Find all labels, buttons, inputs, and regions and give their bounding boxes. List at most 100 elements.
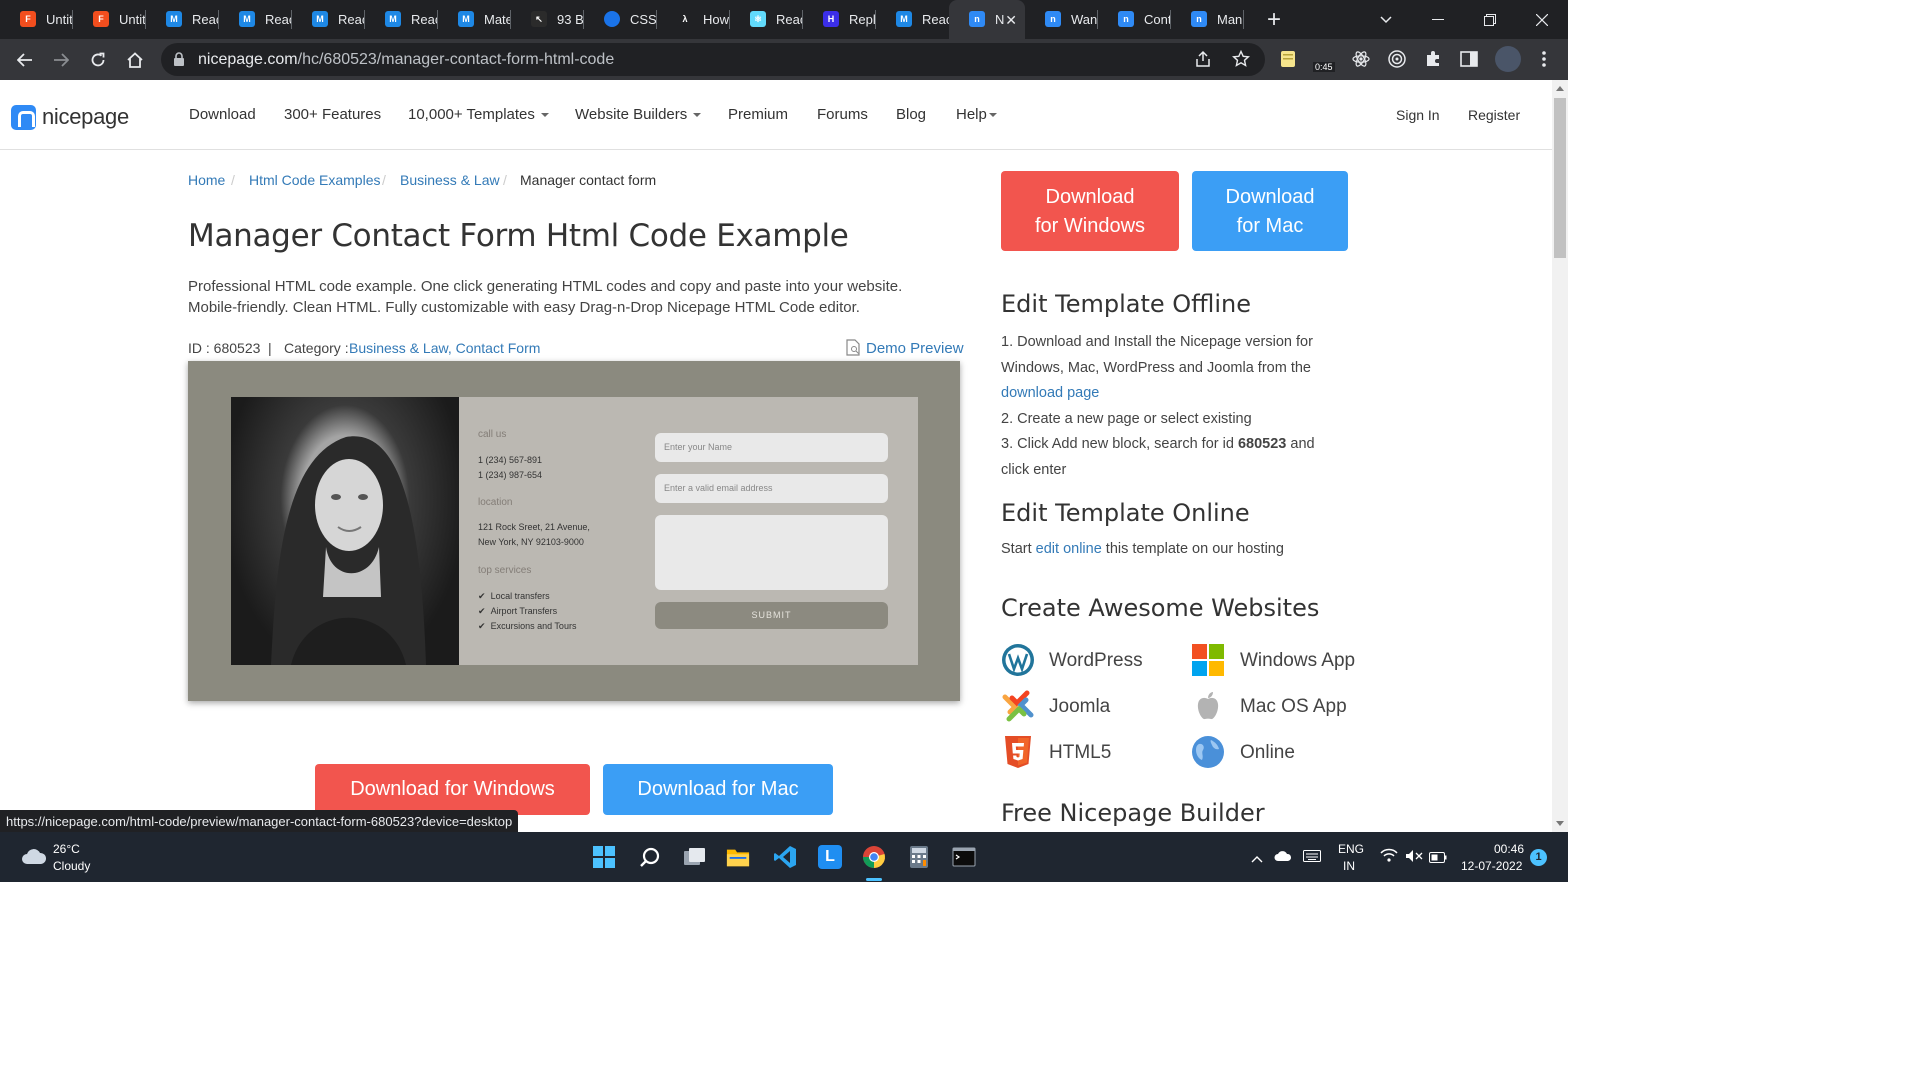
profile-avatar[interactable] (1495, 46, 1521, 72)
browser-tab[interactable]: ⚛ Reac (730, 0, 803, 39)
close-tab-icon[interactable]: ✕ (1005, 12, 1017, 29)
minimize-button[interactable] (1412, 0, 1464, 39)
close-window-button[interactable] (1516, 0, 1568, 39)
url-text[interactable]: nicepage.com/hc/680523/manager-contact-f… (198, 51, 614, 69)
forward-button[interactable] (48, 47, 74, 73)
browser-tab[interactable]: F Untit (0, 0, 73, 39)
browser-tab[interactable]: M Mate (438, 0, 511, 39)
browser-tab[interactable]: ↖ 93 B (511, 0, 584, 39)
share-icon[interactable] (1194, 50, 1212, 73)
category-links[interactable]: Business & Law, Contact Form (349, 340, 540, 356)
tab-search-chevron-icon[interactable] (1360, 0, 1412, 39)
online-link[interactable]: Online (1240, 742, 1295, 764)
task-view-icon[interactable] (683, 845, 707, 869)
new-tab-button[interactable]: + (1259, 6, 1289, 34)
service-item: ✔ Airport Transfers (478, 606, 558, 616)
nicepage-logo[interactable]: nicepage (11, 104, 129, 130)
browser-menu-icon[interactable] (1534, 49, 1554, 69)
browser-tab[interactable]: M Reac (365, 0, 438, 39)
windows-start-icon[interactable] (592, 845, 616, 869)
scroll-down-arrow-icon[interactable] (1556, 821, 1564, 826)
download-mac-button[interactable]: Download for Mac (603, 764, 833, 815)
scrollbar-thumb[interactable] (1554, 98, 1566, 258)
nav-item[interactable]: Website Builders (575, 106, 702, 123)
home-button[interactable] (122, 47, 148, 73)
sign-in-link[interactable]: Sign In (1396, 107, 1440, 123)
file-explorer-icon[interactable] (726, 845, 750, 869)
browser-tab[interactable]: M Reac (219, 0, 292, 39)
nav-item[interactable]: Help (956, 106, 997, 123)
search-icon[interactable] (638, 845, 662, 869)
keyboard-icon[interactable] (1303, 849, 1321, 867)
browser-tab[interactable]: M Reac (146, 0, 219, 39)
nav-item[interactable]: 10,000+ Templates (408, 106, 549, 123)
sidebar-download-mac-button[interactable]: Download for Mac (1192, 171, 1348, 251)
scroll-up-arrow-icon[interactable] (1556, 86, 1564, 91)
breadcrumb-home[interactable]: Home (188, 172, 225, 188)
nav-item[interactable]: Premium (728, 106, 788, 123)
nav-item[interactable]: Download (189, 106, 256, 123)
nav-item[interactable]: 300+ Features (284, 106, 381, 123)
template-preview-image[interactable]: call us 1 (234) 567-891 1 (234) 987-654 … (188, 361, 960, 701)
chrome-icon[interactable] (862, 845, 886, 869)
react-devtools-icon[interactable] (1351, 49, 1371, 69)
browser-tab[interactable]: F Untit (73, 0, 146, 39)
weather-condition[interactable]: Cloudy (53, 859, 90, 873)
windows-app-link[interactable]: Windows App (1240, 650, 1355, 672)
page-scrollbar[interactable] (1552, 80, 1568, 832)
breadcrumb-business-law[interactable]: Business & Law (400, 172, 500, 188)
browser-tab[interactable]: M Reac (876, 0, 949, 39)
browser-tab[interactable]: H Repl (803, 0, 876, 39)
reload-button[interactable] (85, 47, 111, 73)
browser-tab[interactable]: n Cont (1098, 0, 1171, 39)
temperature[interactable]: 26°C (53, 842, 80, 856)
side-panel-icon[interactable] (1459, 49, 1479, 69)
apple-icon (1197, 692, 1219, 720)
vscode-icon[interactable] (773, 845, 797, 869)
demo-preview-link[interactable]: Demo Preview (866, 340, 964, 357)
bookmark-star-icon[interactable] (1231, 49, 1251, 73)
register-link[interactable]: Register (1468, 107, 1520, 123)
nav-item-label: 300+ Features (284, 106, 382, 123)
timer-extension-icon[interactable]: 0:45 (1312, 49, 1338, 72)
tab-title: Reac (265, 12, 292, 27)
wifi-icon[interactable] (1380, 848, 1398, 867)
browser-tab[interactable]: M Reac (292, 0, 365, 39)
breadcrumb-html-code-examples[interactable]: Html Code Examples (249, 172, 381, 188)
calculator-icon[interactable] (907, 845, 931, 869)
language-code[interactable]: ENG (1338, 842, 1364, 856)
nav-item[interactable]: Blog (896, 106, 926, 123)
lock-icon[interactable] (173, 52, 185, 66)
notification-badge[interactable]: 1 (1530, 849, 1547, 866)
browser-tab[interactable]: λ How (657, 0, 730, 39)
browser-tab[interactable]: n Wan (1025, 0, 1098, 39)
back-button[interactable] (12, 47, 38, 73)
terminal-icon[interactable] (952, 845, 976, 869)
notes-extension-icon[interactable] (1278, 49, 1298, 69)
address-bar[interactable]: nicepage.com/hc/680523/manager-contact-f… (161, 43, 1265, 76)
clock-date[interactable]: 12-07-2022 (1461, 859, 1522, 873)
language-region[interactable]: IN (1343, 859, 1355, 873)
cloud-weather-icon[interactable] (21, 847, 47, 870)
restore-button[interactable] (1464, 0, 1516, 39)
nav-item[interactable]: Forums (817, 106, 868, 123)
wordpress-link[interactable]: WordPress (1049, 650, 1143, 672)
battery-icon[interactable] (1429, 850, 1447, 868)
mac-os-app-link[interactable]: Mac OS App (1240, 696, 1347, 718)
html5-link[interactable]: HTML5 (1049, 742, 1111, 764)
download-windows-button[interactable]: Download for Windows (315, 764, 590, 815)
onedrive-cloud-icon[interactable] (1274, 849, 1292, 867)
download-page-link[interactable]: download page (1001, 385, 1099, 401)
target-extension-icon[interactable] (1387, 49, 1407, 69)
clock-time[interactable]: 00:46 (1494, 842, 1524, 856)
app-l-icon[interactable]: L (818, 845, 842, 869)
edit-online-link[interactable]: edit online (1036, 541, 1102, 557)
browser-tab[interactable]: n N ✕ (949, 0, 1025, 39)
browser-tab[interactable]: CSS (584, 0, 657, 39)
browser-tab[interactable]: n Man (1171, 0, 1244, 39)
speaker-muted-icon[interactable] (1405, 849, 1423, 868)
sidebar-download-windows-button[interactable]: Download for Windows (1001, 171, 1179, 251)
chevron-up-icon[interactable] (1251, 850, 1263, 868)
extensions-puzzle-icon[interactable] (1423, 49, 1443, 69)
joomla-link[interactable]: Joomla (1049, 696, 1110, 718)
